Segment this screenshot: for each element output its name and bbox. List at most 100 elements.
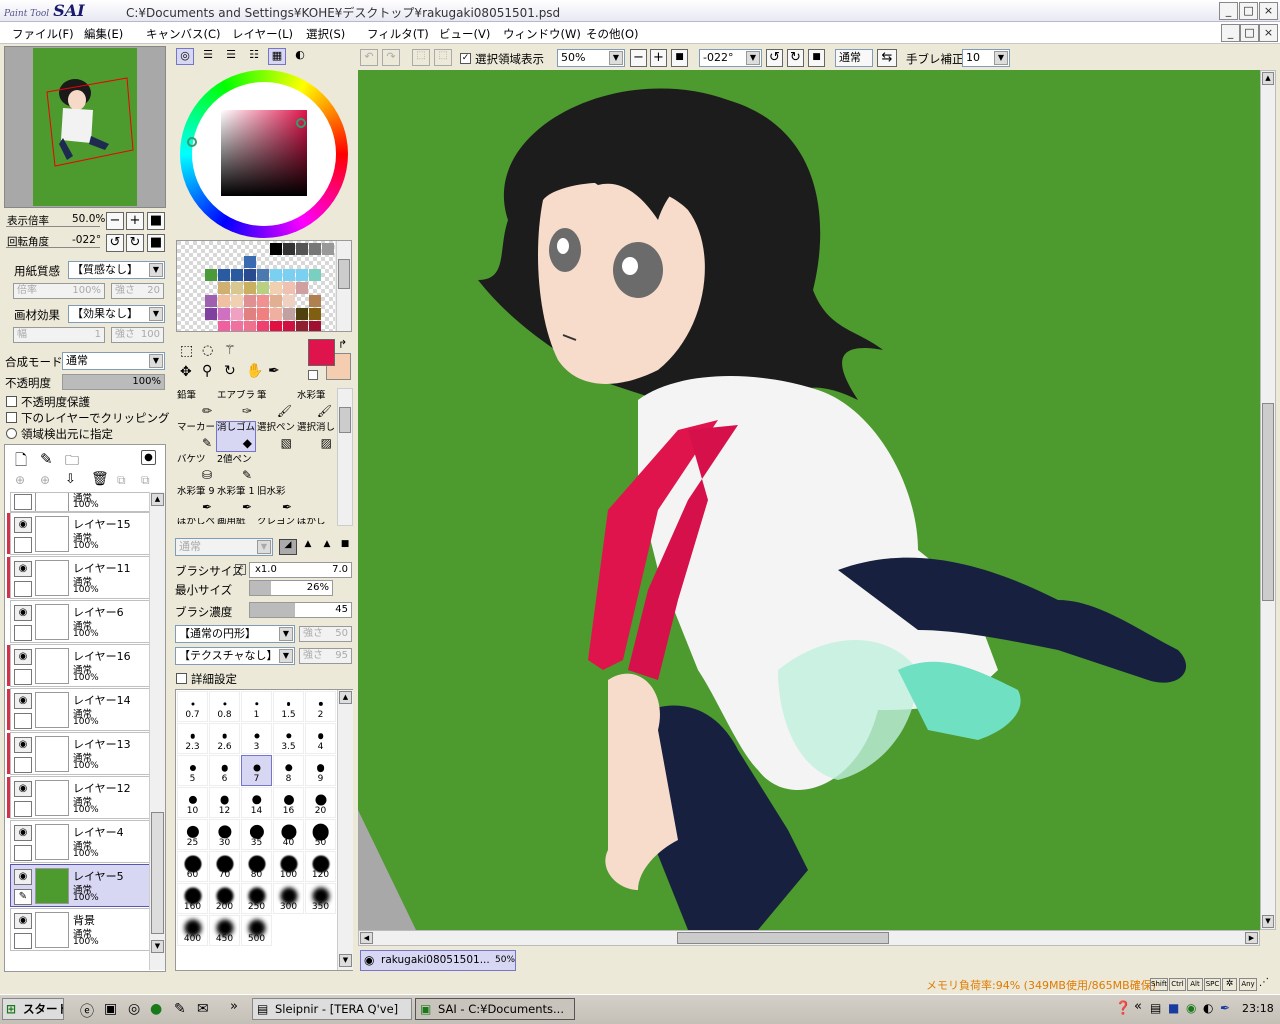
lock-box[interactable]	[14, 581, 32, 597]
tool-binary-pen[interactable]: 2値ペン ✎	[216, 453, 256, 484]
menu-other[interactable]: その他(O)	[586, 26, 639, 42]
layer-scrollbar[interactable]: ▲ ▼	[149, 492, 165, 970]
brush-size-3[interactable]: 3	[241, 723, 272, 754]
eye-icon[interactable]: ◉	[14, 561, 32, 577]
tool-watercolor10[interactable]: 水彩筆 10版 ✒	[216, 485, 256, 516]
brush-size-40[interactable]: 40	[273, 819, 304, 850]
brush-size-14[interactable]: 14	[241, 787, 272, 818]
brush-edge-flat-icon[interactable]: ■	[336, 539, 354, 555]
color-swatch[interactable]	[322, 243, 334, 255]
lock-box[interactable]	[14, 845, 32, 861]
brush-mode-select[interactable]: 通常 ▼	[175, 538, 273, 556]
doc-minimize-button[interactable]: _	[1221, 24, 1240, 42]
eye-icon[interactable]: ◉	[14, 737, 32, 753]
mixer-tab-icon[interactable]: ☷	[245, 48, 263, 65]
toolbar-zoom-reset-button[interactable]: ■	[671, 49, 688, 67]
brush-size-1.5[interactable]: 1.5	[273, 691, 304, 722]
brush-edge-hard-icon[interactable]: ◢	[279, 539, 297, 555]
texture-strength-slider[interactable]: 強さ 20	[111, 283, 164, 299]
shape-strength-slider[interactable]: 強さ 50	[299, 626, 352, 642]
zoom-icon[interactable]: ⚲	[202, 363, 212, 379]
tool-partial[interactable]: 画用紙	[216, 517, 256, 525]
eye-icon[interactable]: ◉	[14, 913, 32, 929]
tool-bucket[interactable]: バケツ ⛁	[176, 453, 216, 484]
tray-expand-icon[interactable]: «	[1134, 999, 1142, 1014]
lock-box[interactable]	[14, 625, 32, 641]
rect-select-icon[interactable]: ⬚	[180, 343, 193, 359]
horizontal-scroll-thumb[interactable]	[677, 932, 889, 944]
saturation-value-square[interactable]	[221, 110, 307, 196]
maximize-button[interactable]: □	[1239, 2, 1258, 20]
color-swatch[interactable]	[244, 282, 256, 294]
size-scrollbar[interactable]: ▲ ▼	[337, 690, 353, 970]
eye-icon[interactable]: ◉	[14, 693, 32, 709]
tool-partial[interactable]: ぼかし	[296, 517, 336, 525]
layer-scroll-thumb[interactable]	[151, 812, 164, 934]
swatch-panel[interactable]	[176, 240, 352, 333]
zoom-out-button[interactable]: −	[106, 212, 124, 230]
swatch-grid[interactable]	[177, 241, 335, 333]
rotate-right-button[interactable]: ↻	[126, 234, 144, 252]
scroll-down-button[interactable]: ▼	[151, 940, 164, 953]
tray-pen-icon[interactable]: ✒	[1220, 1001, 1230, 1015]
brush-size-30[interactable]: 30	[209, 819, 240, 850]
brush-size-10[interactable]: 10	[177, 787, 208, 818]
lasso-icon[interactable]: ◌	[202, 343, 213, 358]
brush-density-slider[interactable]: 45	[249, 602, 352, 618]
color-swatch[interactable]	[218, 282, 230, 294]
doc-close-button[interactable]: ×	[1259, 24, 1278, 42]
scroll-up-button[interactable]: ▲	[151, 493, 164, 506]
lock-box[interactable]	[14, 669, 32, 685]
color-swatch[interactable]	[231, 269, 243, 281]
scratchpad-tab-icon[interactable]: ◐	[291, 48, 309, 65]
brush-size-8[interactable]: 8	[273, 755, 304, 786]
color-swatch[interactable]	[309, 295, 321, 307]
lock-box[interactable]	[14, 713, 32, 729]
menu-edit[interactable]: 編集(E)	[84, 26, 123, 42]
color-swatch[interactable]	[257, 321, 269, 333]
primary-color[interactable]	[308, 339, 335, 366]
resize-grip-icon[interactable]: ⋰	[1259, 977, 1269, 988]
brush-size-450[interactable]: 450	[209, 915, 240, 946]
size-range-icon[interactable]: −	[235, 564, 246, 575]
brush-size-20[interactable]: 20	[305, 787, 336, 818]
zoom-in-button[interactable]: +	[126, 212, 144, 230]
rotate-icon[interactable]: ↻	[224, 363, 236, 379]
color-swatch[interactable]	[296, 243, 308, 255]
color-swatch[interactable]	[309, 308, 321, 320]
menu-filter[interactable]: フィルタ(T)	[367, 26, 429, 42]
tool-partial[interactable]: クレヨン	[256, 517, 296, 525]
color-swatch[interactable]	[296, 269, 308, 281]
quicklaunch-desktop-icon[interactable]: ▣	[104, 1001, 117, 1017]
scroll-up-button-canvas[interactable]: ▲	[1262, 72, 1274, 85]
brush-size-3.5[interactable]: 3.5	[273, 723, 304, 754]
scroll-left-button[interactable]: ◀	[360, 932, 373, 944]
tool-selpen[interactable]: 選択ペン ▧	[256, 421, 296, 452]
eye-icon[interactable]: ◉	[14, 605, 32, 621]
new-folder-icon[interactable]: 🗀	[65, 450, 79, 474]
color-swatch[interactable]	[270, 282, 282, 294]
brush-size-25[interactable]: 25	[177, 819, 208, 850]
show-selection-checkbox[interactable]: ✓	[460, 53, 471, 64]
navigator-preview[interactable]	[33, 48, 137, 206]
undo-icon[interactable]: ↶	[360, 49, 378, 66]
color-swatch[interactable]	[257, 282, 269, 294]
color-swatch[interactable]	[270, 308, 282, 320]
color-swatch[interactable]	[231, 321, 243, 333]
canvas-area[interactable]	[358, 70, 1260, 930]
color-swatch[interactable]	[244, 295, 256, 307]
brush-size-5[interactable]: 5	[177, 755, 208, 786]
toolbar-zoom-in-button[interactable]: +	[650, 49, 667, 67]
rotate-reset-button[interactable]: ■	[147, 234, 165, 252]
brush-size-35[interactable]: 35	[241, 819, 272, 850]
lock-box[interactable]	[14, 801, 32, 817]
color-swatch[interactable]	[257, 269, 269, 281]
color-swatch[interactable]	[231, 308, 243, 320]
tool-airbrush[interactable]: エアブラシ ✑	[216, 389, 256, 420]
lock-box[interactable]	[14, 757, 32, 773]
brush-size-200[interactable]: 200	[209, 883, 240, 914]
brush-edge-soft-icon[interactable]: ▲	[318, 539, 336, 555]
eye-icon[interactable]: ◉	[14, 517, 32, 533]
color-swatch[interactable]	[309, 243, 321, 255]
menu-window[interactable]: ウィンドウ(W)	[503, 26, 581, 42]
